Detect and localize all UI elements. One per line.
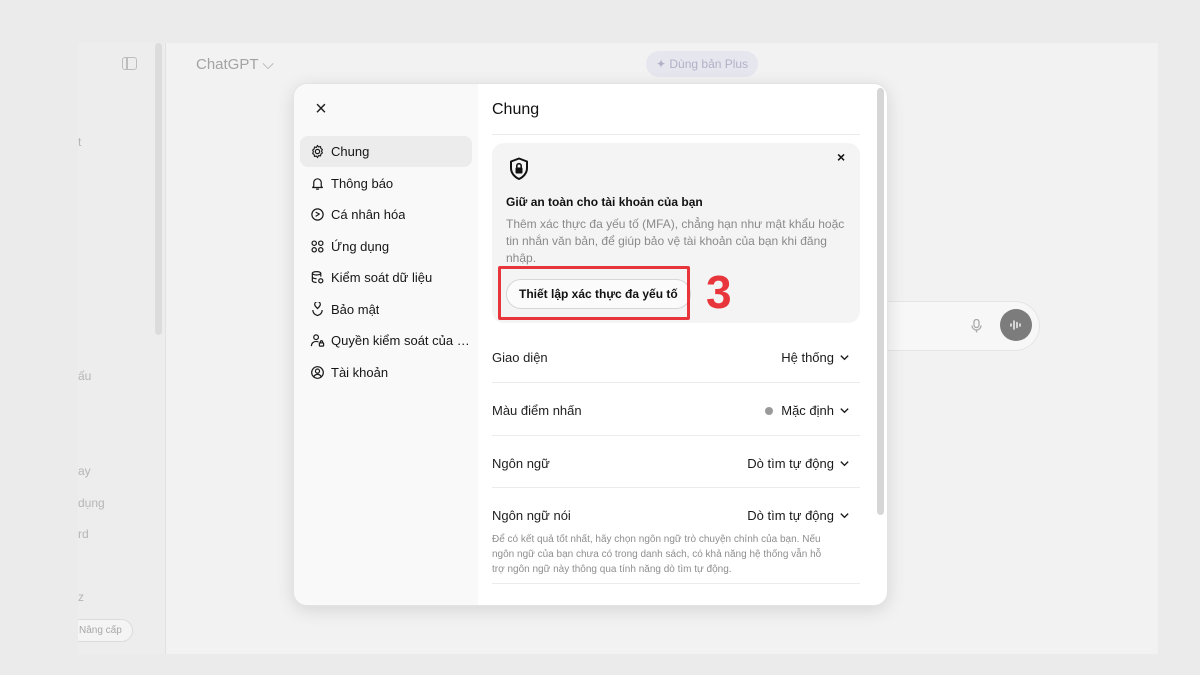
dropdown-value: Dò tìm tự động (747, 508, 834, 523)
sidebar-fragment: t (78, 135, 82, 149)
divider (492, 134, 860, 135)
nav-item-label: Bảo mật (331, 301, 380, 317)
apps-icon (309, 238, 325, 254)
nav-item-apps[interactable]: Ứng dụng (300, 231, 472, 262)
nav-item-data-controls[interactable]: Kiểm soát dữ liệu (300, 262, 472, 293)
dropdown-value: Mặc định (781, 403, 834, 418)
annotation-highlight-box (498, 266, 690, 320)
sidebar-fragment: z (78, 590, 84, 604)
gear-icon (309, 144, 325, 160)
parental-control-icon (309, 333, 325, 349)
language-dropdown[interactable]: Dò tìm tự động (747, 456, 850, 471)
mic-icon[interactable] (971, 318, 982, 336)
settings-nav-list: Chung Thông báo Cá nhân hóa Ứng dụng Kiể… (300, 136, 472, 388)
account-icon (309, 364, 325, 380)
card-heading: Giữ an toàn cho tài khoản của bạn (506, 195, 703, 209)
spoken-language-dropdown[interactable]: Dò tìm tự động (747, 508, 850, 523)
setting-row-spoken-language: Ngôn ngữ nói Dò tìm tự động Để có kết qu… (492, 488, 860, 584)
setting-row-theme: Giao diện Hệ thống (492, 330, 860, 383)
upgrade-button[interactable]: Nâng cấp (78, 619, 133, 642)
chevron-down-icon (840, 513, 849, 519)
database-icon (309, 270, 325, 286)
sidebar-fragment: ay (78, 464, 91, 478)
nav-item-label: Thông báo (331, 175, 394, 191)
annotation-step-number: 3 (706, 266, 732, 318)
model-selector[interactable]: ChatGPT ⌵ (196, 56, 274, 73)
voice-mode-icon[interactable] (1000, 309, 1032, 341)
close-icon[interactable]: × (837, 149, 845, 165)
nav-item-notifications[interactable]: Thông báo (300, 168, 472, 199)
setting-label: Giao diện (492, 350, 548, 365)
accent-dropdown[interactable]: Mặc định (765, 403, 850, 418)
nav-item-security[interactable]: Bảo mật (300, 294, 472, 325)
setting-row-accent: Màu điểm nhấn Mặc định (492, 383, 860, 436)
sidebar-scrollbar[interactable] (155, 43, 162, 335)
chevron-down-icon (840, 355, 849, 361)
setting-row-partial (492, 600, 860, 605)
setting-hint: Để có kết quả tốt nhất, hãy chọn ngôn ng… (492, 534, 822, 575)
sidebar-fragment: dụng (78, 496, 105, 510)
nav-item-label: Quyền kiểm soát của c... (331, 333, 472, 348)
nav-item-personalization[interactable]: Cá nhân hóa (300, 199, 472, 230)
page-title: Chung (492, 101, 540, 118)
accent-color-dot (765, 406, 774, 415)
nav-item-account[interactable]: Tài khoản (300, 357, 472, 388)
sidebar-toggle-icon[interactable] (122, 57, 137, 70)
sidebar-fragment: rd (78, 527, 89, 541)
settings-content: Chung × Giữ an toàn cho tài khoản của bạ… (478, 84, 887, 605)
dropdown-value: Dò tìm tự động (747, 456, 834, 471)
theme-dropdown[interactable]: Hệ thống (781, 350, 850, 365)
setting-row-language: Ngôn ngữ Dò tìm tự động (492, 436, 860, 488)
mfa-card: × Giữ an toàn cho tài khoản của bạn Thêm… (492, 143, 860, 323)
modal-scrollbar[interactable] (877, 88, 884, 515)
card-description: Thêm xác thực đa yếu tố (MFA), chẳng hạn… (506, 217, 845, 265)
get-plus-button[interactable]: ✦ Dùng bản Plus (646, 51, 759, 77)
nav-item-label: Kiểm soát dữ liệu (331, 270, 433, 285)
nav-item-label: Cá nhân hóa (331, 207, 406, 222)
chevron-down-icon (840, 408, 849, 414)
setting-label: Ngôn ngữ (492, 456, 550, 471)
chevron-down-icon (840, 461, 849, 467)
security-icon (309, 301, 325, 317)
dropdown-value: Hệ thống (781, 350, 834, 365)
nav-item-label: Tài khoản (331, 364, 389, 380)
close-icon[interactable]: × (310, 98, 332, 120)
sidebar-fragment: ấu (78, 369, 92, 383)
nav-item-parental-controls[interactable]: Quyền kiểm soát của c... (300, 325, 472, 356)
bell-icon (309, 175, 325, 191)
shield-lock-icon (510, 157, 528, 180)
app-sidebar: t ấu ay dụng rd z Nâng cấp (78, 43, 166, 654)
nav-item-general[interactable]: Chung (300, 136, 472, 167)
setting-label: Màu điểm nhấn (492, 403, 582, 418)
nav-item-label: Ứng dụng (331, 238, 390, 254)
settings-modal: × Chung Thông báo Cá nhân hóa Ứng dụng K… (293, 83, 888, 606)
personalize-icon (309, 207, 325, 223)
setting-label: Ngôn ngữ nói (492, 508, 571, 523)
settings-nav: × Chung Thông báo Cá nhân hóa Ứng dụng K… (294, 84, 478, 605)
nav-item-label: Chung (331, 144, 370, 159)
